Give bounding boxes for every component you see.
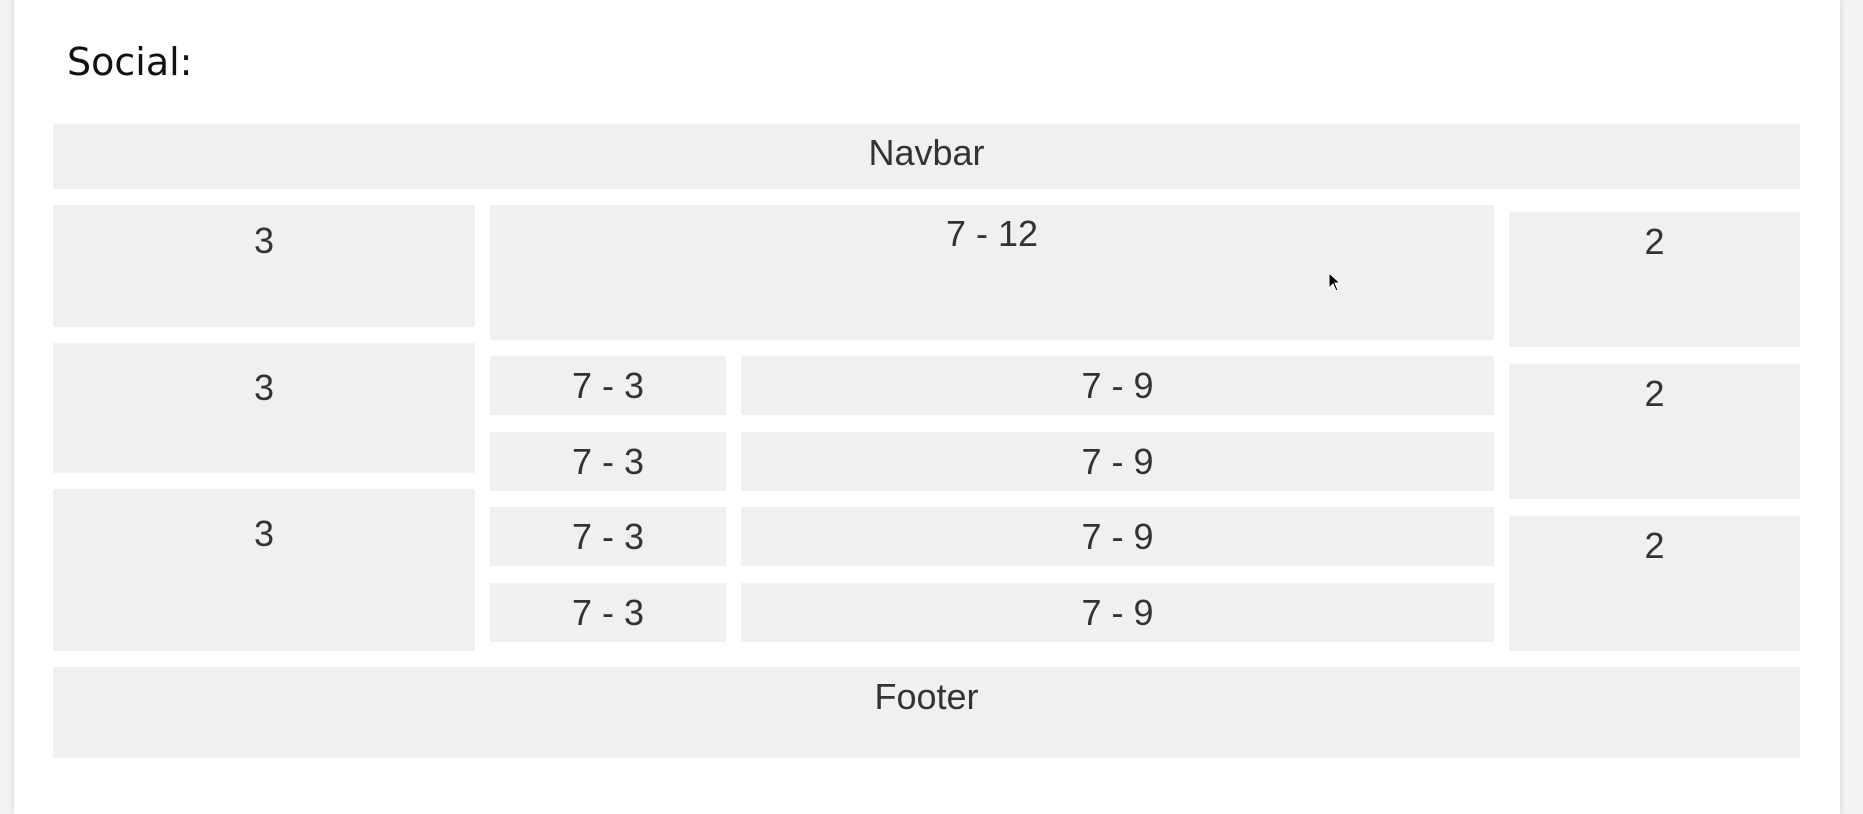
main-row-4-right: 7 - 9 — [741, 583, 1494, 642]
main-row-left-label: 7 - 3 — [571, 365, 645, 406]
right-cell-2: 2 — [1509, 364, 1800, 499]
main-top-cell: 7 - 12 — [490, 205, 1494, 340]
main-row-left-label: 7 - 3 — [571, 516, 645, 557]
left-cell-label: 3 — [253, 367, 275, 408]
right-cell-label: 2 — [1644, 373, 1665, 414]
right-cell-label: 2 — [1644, 221, 1665, 262]
main-row-right-label: 7 - 9 — [1081, 592, 1154, 633]
main-top-label: 7 - 12 — [945, 213, 1039, 254]
left-cell-label: 3 — [253, 513, 275, 554]
mouse-cursor-icon — [1328, 272, 1342, 292]
main-row-left-label: 7 - 3 — [571, 592, 645, 633]
main-row-2-right: 7 - 9 — [741, 432, 1494, 491]
left-cell-3: 3 — [53, 489, 475, 651]
main-row-left-label: 7 - 3 — [571, 441, 645, 482]
footer-label: Footer — [874, 676, 979, 717]
main-row-2-left: 7 - 3 — [490, 432, 726, 491]
right-cell-3: 2 — [1509, 516, 1800, 651]
footer: Footer — [53, 667, 1800, 758]
left-cell-2: 3 — [53, 343, 475, 473]
main-row-4-left: 7 - 3 — [490, 583, 726, 642]
main-row-right-label: 7 - 9 — [1081, 441, 1154, 482]
left-cell-label: 3 — [253, 220, 275, 261]
main-row-3-right: 7 - 9 — [741, 507, 1494, 566]
navbar: Navbar — [53, 124, 1800, 189]
left-cell-1: 3 — [53, 205, 475, 327]
main-row-right-label: 7 - 9 — [1081, 516, 1154, 557]
main-row-3-left: 7 - 3 — [490, 507, 726, 566]
page-heading: Social: — [67, 40, 193, 84]
navbar-label: Navbar — [868, 132, 985, 173]
main-row-1-right: 7 - 9 — [741, 356, 1494, 415]
right-cell-label: 2 — [1644, 525, 1665, 566]
main-row-1-left: 7 - 3 — [490, 356, 726, 415]
right-cell-1: 2 — [1509, 212, 1800, 347]
main-row-right-label: 7 - 9 — [1081, 365, 1154, 406]
